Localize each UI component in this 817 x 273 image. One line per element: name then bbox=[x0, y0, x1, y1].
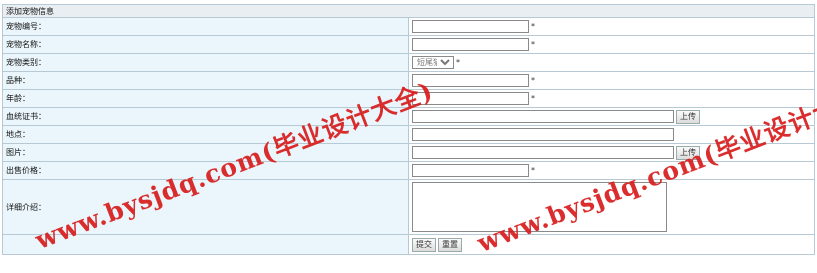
image-upload-button[interactable]: 上传 bbox=[676, 145, 700, 160]
age-label: 年龄： bbox=[2, 89, 409, 108]
required-mark: * bbox=[456, 58, 460, 67]
required-mark: * bbox=[531, 76, 535, 85]
description-textarea[interactable] bbox=[412, 182, 667, 232]
breed-input[interactable] bbox=[412, 74, 529, 87]
form-row-description: 详细介绍： bbox=[2, 179, 815, 235]
reset-button[interactable]: 重置 bbox=[438, 237, 462, 252]
location-input[interactable] bbox=[412, 128, 674, 141]
form-row-id: 宠物编号： * bbox=[2, 17, 815, 36]
form-title-row: 添加宠物信息 bbox=[2, 4, 815, 18]
age-input[interactable] bbox=[412, 92, 529, 105]
form-row-price: 出售价格： * bbox=[2, 161, 815, 180]
form-row-category: 宠物类别： 短尾猫 * bbox=[2, 53, 815, 72]
location-label: 地点： bbox=[2, 125, 409, 144]
pedigree-input[interactable] bbox=[412, 110, 674, 123]
price-label: 出售价格： bbox=[2, 161, 409, 180]
pet-name-input[interactable] bbox=[412, 38, 529, 51]
form-row-actions: 提交 重置 bbox=[2, 234, 815, 255]
form-row-location: 地点： bbox=[2, 125, 815, 144]
name-label: 宠物名称： bbox=[2, 35, 409, 54]
required-mark: * bbox=[531, 94, 535, 103]
form-row-name: 宠物名称： * bbox=[2, 35, 815, 54]
form-row-pedigree: 血统证书： 上传 bbox=[2, 107, 815, 126]
description-label: 详细介绍： bbox=[2, 179, 409, 235]
pet-form: 添加宠物信息 宠物编号： * 宠物名称： * 宠物类别： 短尾猫 * 品种： *… bbox=[2, 4, 815, 255]
form-title: 添加宠物信息 bbox=[2, 4, 815, 18]
form-row-image: 图片： 上传 bbox=[2, 143, 815, 162]
pet-id-input[interactable] bbox=[412, 20, 529, 33]
pedigree-upload-button[interactable]: 上传 bbox=[676, 109, 700, 124]
form-row-age: 年龄： * bbox=[2, 89, 815, 108]
form-row-breed: 品种： * bbox=[2, 71, 815, 90]
price-input[interactable] bbox=[412, 164, 529, 177]
required-mark: * bbox=[531, 22, 535, 31]
pedigree-label: 血统证书： bbox=[2, 107, 409, 126]
image-label: 图片： bbox=[2, 143, 409, 162]
breed-label: 品种： bbox=[2, 71, 409, 90]
submit-button[interactable]: 提交 bbox=[412, 237, 436, 252]
pet-category-select[interactable]: 短尾猫 bbox=[412, 56, 454, 69]
required-mark: * bbox=[531, 40, 535, 49]
required-mark: * bbox=[531, 166, 535, 175]
id-label: 宠物编号： bbox=[2, 17, 409, 36]
category-label: 宠物类别： bbox=[2, 53, 409, 72]
image-input[interactable] bbox=[412, 146, 674, 159]
